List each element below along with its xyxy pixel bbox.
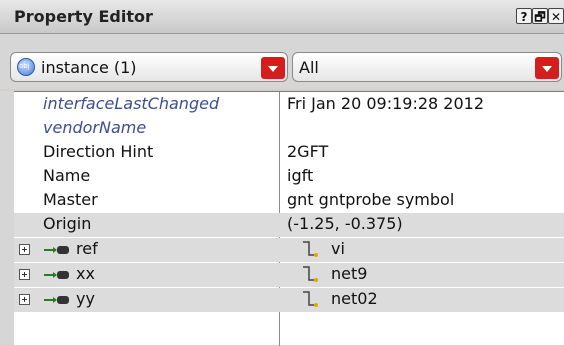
expand-icon[interactable] bbox=[19, 294, 30, 305]
property-row[interactable]: vendorName bbox=[14, 117, 564, 141]
terminal-name: xx bbox=[76, 264, 95, 283]
object-selector-dropdown-icon[interactable] bbox=[261, 57, 285, 79]
terminal-pin-icon bbox=[44, 296, 69, 304]
terminal-net[interactable]: net9 bbox=[331, 264, 367, 283]
property-table: interfaceLastChanged Fri Jan 20 09:19:28… bbox=[14, 91, 564, 346]
property-name: Master bbox=[43, 190, 98, 209]
property-name: interfaceLastChanged bbox=[43, 94, 220, 113]
help-button[interactable]: ? bbox=[516, 8, 532, 24]
close-button[interactable]: ✕ bbox=[548, 8, 564, 24]
terminal-net[interactable]: vi bbox=[331, 239, 345, 258]
property-row[interactable]: Name igft bbox=[14, 165, 564, 189]
title-bar: Property Editor ? 🗗 ✕ bbox=[0, 0, 564, 34]
toolbar: instance (1) All bbox=[0, 34, 564, 89]
terminal-name: ref bbox=[76, 239, 98, 258]
property-value[interactable]: igft bbox=[287, 166, 313, 185]
net-icon bbox=[303, 241, 318, 257]
terminal-pin-icon bbox=[44, 246, 69, 254]
property-value[interactable]: 2GFT bbox=[287, 142, 328, 161]
terminal-row[interactable]: ref vi bbox=[14, 238, 564, 262]
filter-selector-dropdown-icon[interactable] bbox=[535, 57, 559, 79]
terminal-net[interactable]: net02 bbox=[331, 289, 378, 308]
property-name: Origin bbox=[43, 214, 92, 233]
terminal-pin-icon bbox=[44, 271, 69, 279]
property-value[interactable]: (-1.25, -0.375) bbox=[287, 214, 403, 233]
left-gutter bbox=[0, 91, 14, 345]
float-button[interactable]: 🗗 bbox=[532, 8, 548, 24]
object-selector[interactable]: instance (1) bbox=[10, 52, 288, 82]
property-name: Name bbox=[43, 166, 91, 185]
property-name: vendorName bbox=[43, 118, 147, 137]
expand-icon[interactable] bbox=[19, 244, 30, 255]
window-title: Property Editor bbox=[14, 7, 153, 26]
filter-selector[interactable]: All bbox=[292, 52, 562, 82]
net-icon bbox=[303, 291, 318, 307]
property-row[interactable]: interfaceLastChanged Fri Jan 20 09:19:28… bbox=[14, 93, 564, 117]
property-value[interactable]: gnt gntprobe symbol bbox=[287, 190, 454, 209]
property-row[interactable]: Origin (-1.25, -0.375) bbox=[14, 213, 564, 237]
property-row[interactable]: Direction Hint 2GFT bbox=[14, 141, 564, 165]
net-icon bbox=[303, 266, 318, 282]
property-value[interactable]: Fri Jan 20 09:19:28 2012 bbox=[287, 94, 484, 113]
filter-selector-value: All bbox=[299, 58, 319, 77]
object-selector-value: instance (1) bbox=[41, 58, 137, 77]
terminal-row[interactable]: xx net9 bbox=[14, 263, 564, 287]
property-row[interactable]: Master gnt gntprobe symbol bbox=[14, 189, 564, 213]
expand-icon[interactable] bbox=[19, 269, 30, 280]
property-name: Direction Hint bbox=[43, 142, 154, 161]
terminal-row[interactable]: yy net02 bbox=[14, 288, 564, 312]
terminal-name: yy bbox=[76, 289, 95, 308]
object-icon bbox=[17, 58, 35, 76]
